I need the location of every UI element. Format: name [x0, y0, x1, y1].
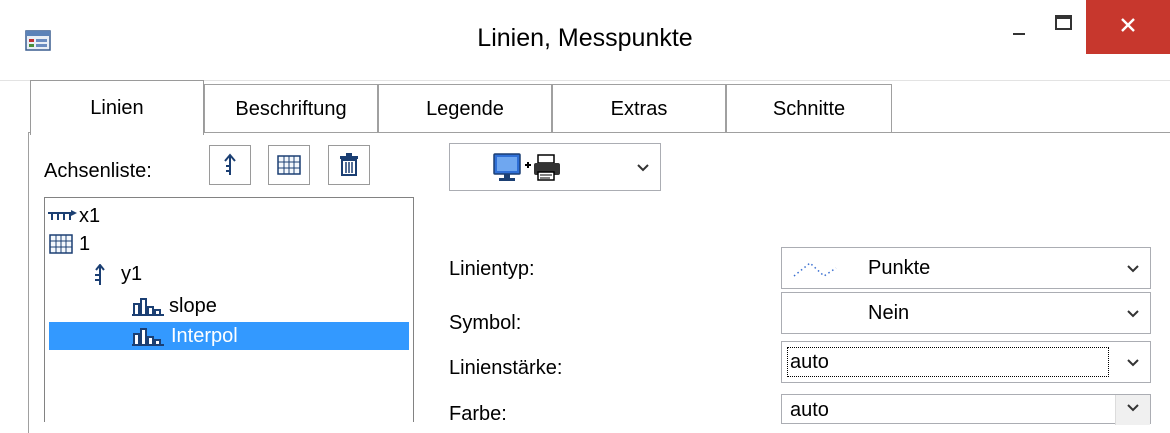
- axis-list-label: Achsenliste:: [44, 160, 152, 182]
- color-select[interactable]: auto: [781, 394, 1151, 425]
- symbol-label: Symbol:: [449, 312, 522, 334]
- grid-icon: [49, 234, 73, 254]
- linetype-label: Linientyp:: [449, 258, 535, 280]
- screen-printer-icon: [493, 153, 560, 181]
- minimize-button[interactable]: [996, 0, 1042, 54]
- axis-tree[interactable]: x1 1 y1 slope Interpol: [44, 197, 414, 422]
- chevron-down-icon: [1127, 404, 1139, 412]
- maximize-button[interactable]: [1042, 0, 1086, 54]
- add-axis-button[interactable]: [209, 145, 251, 185]
- color-label: Farbe:: [449, 403, 507, 425]
- bar-chart-icon: [132, 328, 164, 346]
- dotted-line-icon: [793, 262, 837, 277]
- close-button[interactable]: [1086, 0, 1170, 54]
- maximize-icon: [1055, 15, 1072, 30]
- linetype-value: Punkte: [868, 257, 931, 279]
- color-value: auto: [790, 399, 829, 421]
- y-axis-icon: [95, 264, 105, 285]
- trash-icon: [340, 153, 358, 176]
- tab-beschriftung[interactable]: Beschriftung: [204, 84, 378, 133]
- tab-legende[interactable]: Legende: [378, 84, 552, 133]
- grid-icon: [277, 155, 301, 175]
- symbol-select[interactable]: Nein: [781, 292, 1151, 334]
- window-title: Linien, Messpunkte: [477, 24, 693, 52]
- minimize-icon: [1013, 33, 1025, 35]
- chevron-down-icon: [1127, 265, 1139, 273]
- tree-item-label: y1: [121, 263, 143, 285]
- tree-item-label: slope: [169, 295, 217, 317]
- tree-item-interpol[interactable]: Interpol: [49, 322, 409, 350]
- tree-item-label: x1: [79, 205, 101, 227]
- symbol-value: Nein: [868, 302, 910, 324]
- bar-chart-icon: [132, 298, 164, 316]
- dialog-window: Linien, Messpunkte Linien Beschriftung L…: [0, 0, 1170, 433]
- title-bar: Linien, Messpunkte: [0, 0, 1170, 81]
- close-icon: [1121, 18, 1135, 32]
- linewidth-label: Linienstärke:: [449, 357, 563, 379]
- chevron-down-icon: [1127, 310, 1139, 318]
- tab-extras[interactable]: Extras: [552, 84, 726, 133]
- axis-arrow-icon: [224, 153, 236, 175]
- linewidth-select[interactable]: auto: [781, 341, 1151, 383]
- linetype-select[interactable]: Punkte: [781, 247, 1151, 289]
- chevron-down-icon: [637, 164, 649, 172]
- x-axis-icon: [48, 210, 77, 220]
- tab-schnitte[interactable]: Schnitte: [726, 84, 892, 133]
- output-device-select[interactable]: [449, 143, 661, 191]
- tree-item-label: Interpol: [171, 325, 238, 347]
- add-grid-button[interactable]: [268, 145, 310, 185]
- tab-linien[interactable]: Linien: [30, 80, 204, 135]
- linewidth-value: auto: [790, 351, 829, 373]
- tree-item-label: 1: [79, 233, 91, 255]
- chevron-down-icon: [1127, 359, 1139, 367]
- delete-button[interactable]: [328, 145, 370, 185]
- focus-rectangle: [787, 347, 1109, 377]
